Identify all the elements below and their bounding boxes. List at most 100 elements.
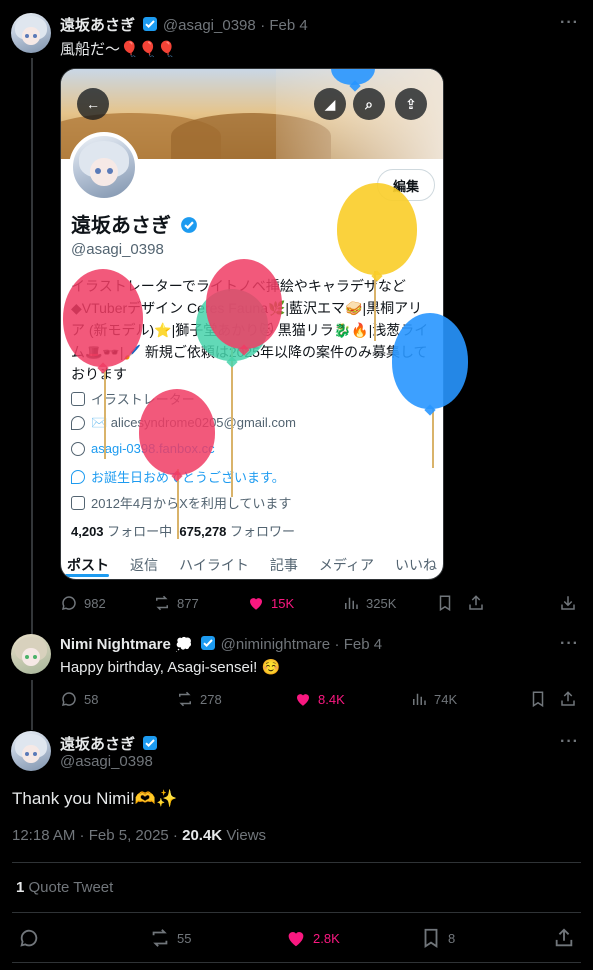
bookmark-button[interactable]: 8 [420,927,455,949]
following-label[interactable]: フォロー中 [107,524,172,539]
thread-line [31,58,33,638]
divider [12,862,581,863]
bookmark-count: 8 [448,930,456,946]
like-button[interactable]: 15K [247,594,294,612]
author-handle[interactable]: @asagi_0398 [163,17,256,34]
views-button[interactable]: 325K [342,594,396,612]
reply-button[interactable]: 58 [60,690,98,708]
reply-count: 982 [84,595,106,611]
share-button[interactable] [553,927,575,949]
share-icon[interactable]: ⇪ [395,88,427,120]
reply-count: 58 [84,691,99,707]
like-button[interactable]: 2.8K [285,927,340,949]
back-arrow-icon[interactable]: ← [77,88,109,120]
birthday-icon [71,469,85,484]
views-chart-icon [345,597,358,609]
tab-likes[interactable]: いいね [395,555,437,575]
profile-tabs: ポスト 返信 ハイライト 記事 メディア いいね [61,555,443,575]
views-count: 325K [366,595,397,611]
views-button[interactable]: 74K [410,690,457,708]
profile-avatar[interactable] [69,132,139,202]
following-count[interactable]: 4,203 [71,524,104,539]
profile-name: 遠坂あさぎ [71,209,198,238]
share-button[interactable] [559,690,577,708]
share-icon [469,595,483,610]
author-handle[interactable]: @niminightmare [221,636,330,653]
repost-button[interactable]: 55 [149,927,191,949]
tab-articles[interactable]: 記事 [270,555,298,575]
heart-filled-icon [288,932,304,947]
repost-icon [179,691,191,707]
embedded-profile-image[interactable]: ← ◢ ⌕ ⇪ 編集 遠坂あさぎ @asagi_0398 イラストレーターでライ… [60,68,444,580]
profile-joined: 2012年4月からXを利用しています [71,493,291,512]
red-balloon [206,259,282,349]
like-button[interactable]: 8.4K [294,690,345,708]
balloon-string [104,369,106,459]
grok-icon[interactable]: ◢ [314,88,346,120]
verified-badge-icon [143,736,158,750]
followers-count[interactable]: 675,278 [179,524,226,539]
tweet-date[interactable]: · Feb 4 [260,17,308,34]
tweet-meta: 12:18 AM · Feb 5, 2025 · 20.4K Views [12,827,266,844]
tweet-text: Happy birthday, Asagi-sensei! ☺️ [60,659,281,676]
profile-handle: @asagi_0398 [71,241,164,258]
share-icon [555,928,573,947]
tweet-text: Thank you Nimi!🫶✨ [12,789,178,808]
author-name[interactable]: 遠坂あさぎ [60,736,135,753]
views-chart-icon [413,693,426,705]
bookmark-button[interactable] [529,690,547,708]
author-name[interactable]: Nimi Nightmare [60,636,171,653]
reply-icon [61,692,76,707]
repost-icon [156,595,168,611]
balloon-string [432,408,434,468]
author-name[interactable]: 遠坂あさぎ [60,17,135,34]
tweet-header: Nimi Nightmare 💭 @niminightmare · Feb 4 [60,635,382,654]
profile-name-text: 遠坂あさぎ [71,215,171,237]
repost-button[interactable]: 278 [176,690,222,708]
avatar[interactable] [11,731,51,771]
more-options-icon[interactable]: ··· [560,733,579,751]
like-count: 2.8K [313,930,340,946]
author-handle[interactable]: @asagi_0398 [60,753,153,770]
tab-posts[interactable]: ポスト [67,555,109,575]
views-count: 20.4K [182,827,223,844]
more-options-icon[interactable]: ··· [560,635,579,653]
tweet-timestamp[interactable]: 12:18 AM · Feb 5, 2025 · [12,827,178,844]
thought-bubble-icon: 💭 [175,636,193,652]
tab-highlights[interactable]: ハイライト [179,555,249,575]
yellow-balloon [337,183,417,275]
verified-badge-icon [180,217,197,233]
divider [12,962,581,963]
repost-count: 877 [177,595,199,611]
bookmark-button[interactable] [436,594,454,612]
tab-media[interactable]: メディア [319,555,374,575]
tweet-date[interactable]: · Feb 4 [335,636,383,653]
reply-icon [20,929,38,947]
like-count: 15K [271,595,295,611]
more-options-icon[interactable]: ··· [560,14,579,32]
like-count: 8.4K [318,691,345,707]
balloon-string [231,347,233,497]
follow-stats: 4,203 フォロー中 675,278 フォロワー [71,521,295,540]
avatar[interactable] [11,13,51,53]
repost-count: 55 [177,930,192,946]
reply-button[interactable] [18,927,40,949]
views-count: 74K [434,691,458,707]
tweet-header: 遠坂あさぎ @asagi_0398 · Feb 4 [60,14,308,35]
followers-label[interactable]: フォロワー [230,524,295,539]
share-button[interactable] [467,594,485,612]
reply-button[interactable]: 982 [60,594,106,612]
download-button[interactable] [559,594,577,612]
quote-tweets-link[interactable]: 1 Quote Tweet [16,879,113,896]
share-icon [561,691,575,706]
tab-replies[interactable]: 返信 [130,555,158,575]
blue-balloon [392,313,468,409]
active-tab-indicator [65,574,109,577]
search-icon[interactable]: ⌕ [353,88,385,120]
tweet-text: 風船だ～🎈🎈🎈 [60,41,177,58]
location-pin-icon [71,416,85,430]
avatar[interactable] [11,634,51,674]
joined-text: 2012年4月からXを利用しています [91,496,292,511]
red-balloon [63,269,143,367]
repost-button[interactable]: 877 [153,594,199,612]
